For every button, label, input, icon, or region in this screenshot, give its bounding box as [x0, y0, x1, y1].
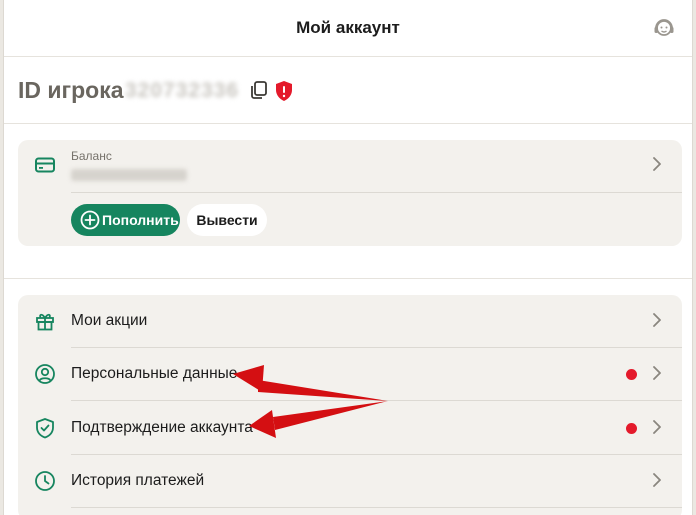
copy-icon[interactable]	[248, 79, 270, 101]
divider	[71, 192, 682, 193]
header-bar: Мой аккаунт	[4, 0, 692, 57]
shield-check-icon	[36, 418, 54, 439]
withdraw-label: Вывести	[196, 212, 258, 228]
menu-item-label: Подтверждение аккаунта	[71, 419, 253, 436]
section-divider	[4, 278, 692, 279]
menu-item-account-verification[interactable]: Подтверждение аккаунта	[18, 402, 682, 455]
credit-card-icon	[35, 157, 55, 173]
menu-item-payment-history[interactable]: История платежей	[18, 455, 682, 508]
alert-dot	[626, 423, 637, 434]
headset-icon[interactable]	[652, 16, 676, 40]
menu-item-label: Мои акции	[71, 312, 148, 329]
menu-item-personal-data[interactable]: Персональные данные	[18, 348, 682, 401]
menu-item-label: История платежей	[71, 472, 205, 489]
balance-value	[71, 169, 187, 181]
account-screen: Мой аккаунт ID игрока 320732336 Баланс П…	[3, 0, 693, 515]
balance-label: Баланс	[71, 149, 112, 163]
alert-dot	[626, 369, 637, 380]
account-menu: Мои акции Персональные данные Подтвержде…	[18, 295, 682, 515]
gift-icon	[36, 313, 54, 331]
balance-card[interactable]: Баланс Пополнить Вывести	[18, 140, 682, 246]
chevron-right-icon[interactable]	[652, 157, 662, 171]
player-id-row: ID игрока 320732336	[4, 57, 692, 124]
user-circle-icon	[35, 364, 55, 384]
divider	[71, 507, 682, 508]
chevron-right-icon	[653, 313, 661, 327]
chevron-right-icon	[653, 366, 661, 380]
menu-item-label: Персональные данные	[71, 365, 238, 382]
player-id-label: ID игрока	[18, 77, 124, 103]
menu-item-promotions[interactable]: Мои акции	[18, 295, 682, 348]
topup-label: Пополнить	[102, 212, 179, 228]
unverified-shield-icon	[276, 81, 292, 101]
divider	[71, 400, 682, 401]
withdraw-button[interactable]: Вывести	[187, 204, 267, 236]
chevron-right-icon	[653, 473, 661, 487]
topup-button[interactable]: Пополнить	[71, 204, 180, 236]
chevron-right-icon	[653, 420, 661, 434]
page-title: Мой аккаунт	[296, 18, 400, 37]
player-id-value: 320732336	[125, 79, 240, 102]
plus-circle-icon	[80, 210, 100, 230]
clock-icon	[35, 471, 55, 491]
